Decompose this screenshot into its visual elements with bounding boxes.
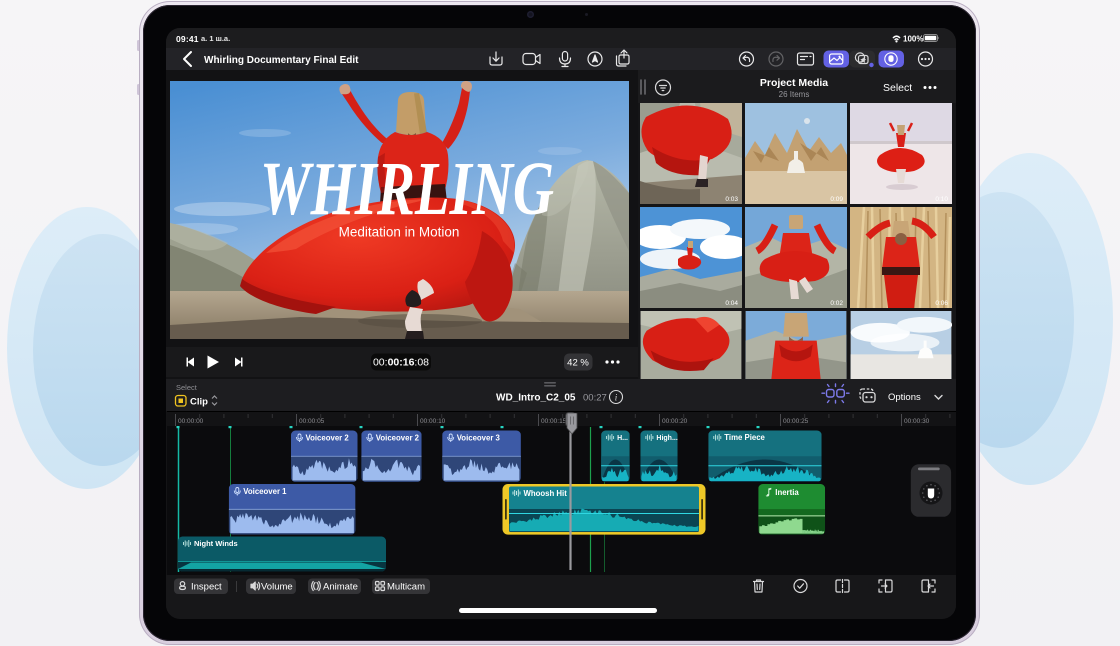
svg-text:00:00:05: 00:00:05 [299, 418, 325, 425]
svg-text:Whoosh Hit: Whoosh Hit [524, 489, 568, 498]
svg-text:0:10: 0:10 [935, 196, 948, 203]
svg-text:WHIRLING: WHIRLING [260, 147, 554, 231]
svg-text:26 Items: 26 Items [779, 90, 810, 99]
svg-text:i: i [615, 393, 618, 403]
svg-text:00:00:20: 00:00:20 [662, 418, 688, 425]
svg-text:Night Winds: Night Winds [194, 539, 238, 548]
svg-text:00:00:25: 00:00:25 [783, 418, 809, 425]
svg-text:Time Piece: Time Piece [724, 433, 765, 442]
svg-text:Select: Select [176, 383, 198, 392]
svg-text:Project Media: Project Media [760, 77, 828, 89]
svg-text:Voiceover 1: Voiceover 1 [243, 487, 287, 496]
svg-text:0:09: 0:09 [830, 196, 843, 203]
svg-text:00:27: 00:27 [583, 393, 607, 404]
svg-text:WD_Intro_C2_05: WD_Intro_C2_05 [496, 393, 576, 404]
svg-text:00:00:00: 00:00:00 [178, 418, 204, 425]
svg-text:Voiceover 2: Voiceover 2 [376, 434, 420, 443]
svg-text:100%: 100% [903, 35, 923, 44]
svg-text:Meditation in Motion: Meditation in Motion [339, 225, 460, 240]
svg-text:0:03: 0:03 [725, 196, 738, 203]
svg-text:Volume: Volume [261, 582, 293, 593]
svg-text:High...: High... [656, 435, 677, 442]
svg-text:Inspect: Inspect [191, 582, 222, 593]
svg-text:00:00:16:08: 00:00:16:08 [373, 357, 429, 369]
svg-text:Animate: Animate [323, 582, 358, 593]
svg-text:42 %: 42 % [567, 358, 589, 369]
svg-text:Voiceover 2: Voiceover 2 [306, 434, 350, 443]
svg-text:Options: Options [888, 392, 921, 403]
svg-text:H...: H... [617, 435, 628, 442]
svg-text:0:06: 0:06 [935, 300, 948, 307]
svg-text:00:00:10: 00:00:10 [420, 418, 446, 425]
svg-text:Clip: Clip [190, 397, 208, 408]
svg-text:Multicam: Multicam [387, 582, 425, 593]
svg-text:0:02: 0:02 [830, 300, 843, 307]
svg-text:0:04: 0:04 [725, 300, 738, 307]
svg-text:Inertia: Inertia [775, 488, 799, 497]
svg-text:Select: Select [883, 82, 912, 94]
svg-text:00:00:30: 00:00:30 [904, 418, 930, 425]
svg-text:Whirling Documentary Final Edi: Whirling Documentary Final Edit [204, 55, 359, 66]
svg-text:Voiceover 3: Voiceover 3 [457, 434, 501, 443]
